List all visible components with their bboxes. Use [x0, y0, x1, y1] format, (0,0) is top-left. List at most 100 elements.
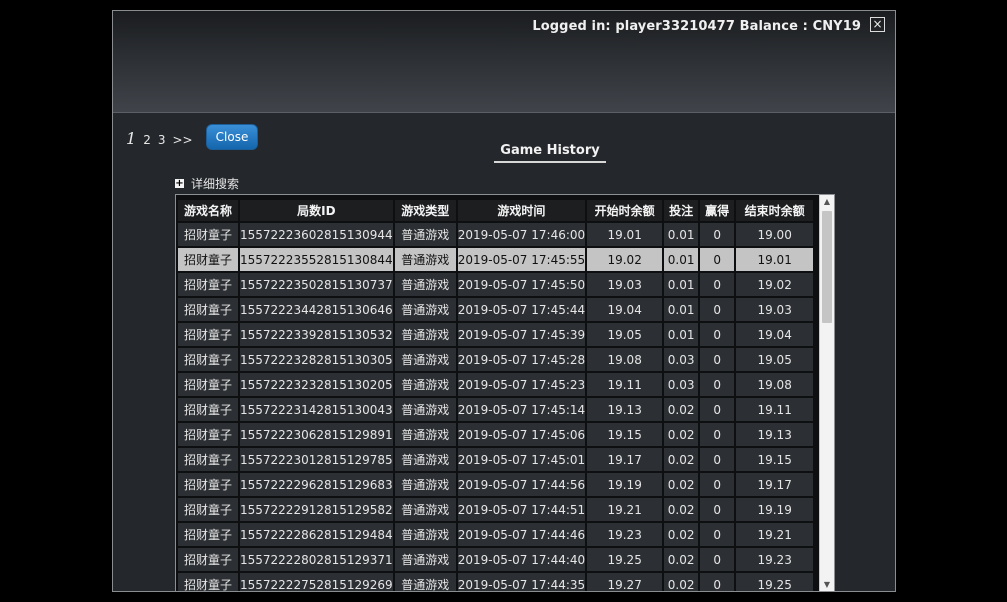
bet-cell: 0.01 [664, 223, 699, 246]
close-button[interactable]: Close [206, 124, 258, 150]
game-type-cell: 普通游戏 [394, 523, 456, 546]
plus-icon[interactable]: + [175, 179, 184, 189]
game-name-cell: 招财童子 [178, 523, 238, 546]
scroll-thumb[interactable] [822, 211, 832, 323]
column-header-win[interactable]: 赢得 [700, 200, 735, 221]
column-header-game-time[interactable]: 游戏时间 [457, 200, 586, 221]
game-type-cell: 普通游戏 [394, 273, 456, 296]
bet-cell: 0.02 [664, 398, 699, 421]
end-balance-cell: 19.19 [736, 498, 814, 521]
close-icon[interactable]: × [870, 17, 885, 32]
game-time-cell: 2019-05-07 17:44:35 [457, 573, 586, 591]
table-header-row: 游戏名称 局数ID 游戏类型 游戏时间 开始时余额 投注 赢得 结束时余额 [178, 200, 814, 221]
game-name-cell: 招财童子 [178, 248, 238, 271]
start-balance-cell: 19.02 [587, 248, 663, 271]
game-history-table-container: 游戏名称 局数ID 游戏类型 游戏时间 开始时余额 投注 赢得 结束时余额 招财… [175, 194, 835, 591]
table-body: 招财童子 15572223602815130944 普通游戏 2019-05-07 1… [178, 223, 814, 591]
table-row[interactable]: 招财童子 15572222912815129582 普通游戏 2019-05-07 1… [178, 498, 814, 521]
game-name-cell: 招财童子 [178, 223, 238, 246]
game-time-cell: 2019-05-07 17:44:46 [457, 523, 586, 546]
win-cell: 0 [700, 573, 735, 591]
game-name-cell: 招财童子 [178, 298, 238, 321]
login-info: Logged in: player33210477 Balance : CNY1… [532, 19, 861, 34]
column-header-end-balance[interactable]: 结束时余额 [736, 200, 814, 221]
table-row[interactable]: 招财童子 15572223392815130532 普通游戏 2019-05-07 1… [178, 323, 814, 346]
game-time-cell: 2019-05-07 17:45:01 [457, 448, 586, 471]
game-time-cell: 2019-05-07 17:45:50 [457, 273, 586, 296]
table-row[interactable]: 招财童子 15572222862815129484 普通游戏 2019-05-07 1… [178, 523, 814, 546]
round-id-cell: 15572223502815130737 [240, 273, 393, 296]
end-balance-cell: 19.02 [736, 273, 814, 296]
end-balance-cell: 19.15 [736, 448, 814, 471]
vertical-scrollbar[interactable]: ▲ ▼ [819, 195, 834, 591]
column-header-game-type[interactable]: 游戏类型 [394, 200, 456, 221]
game-type-cell: 普通游戏 [394, 323, 456, 346]
table-row[interactable]: 招财童子 15572223552815130844 普通游戏 2019-05-07 1… [178, 248, 814, 271]
bet-cell: 0.03 [664, 373, 699, 396]
table-row[interactable]: 招财童子 15572223012815129785 普通游戏 2019-05-07 1… [178, 448, 814, 471]
column-header-start-balance[interactable]: 开始时余额 [587, 200, 663, 221]
round-id-cell: 15572223232815130205 [240, 373, 393, 396]
round-id-cell: 15572223282815130305 [240, 348, 393, 371]
table-row[interactable]: 招财童子 15572223282815130305 普通游戏 2019-05-07 1… [178, 348, 814, 371]
next-pages-link[interactable]: >> [172, 133, 192, 147]
table-row[interactable]: 招财童子 15572223232815130205 普通游戏 2019-05-07 1… [178, 373, 814, 396]
round-id-cell: 15572222802815129371 [240, 548, 393, 571]
end-balance-cell: 19.01 [736, 248, 814, 271]
game-history-table: 游戏名称 局数ID 游戏类型 游戏时间 开始时余额 投注 赢得 结束时余额 招财… [176, 198, 815, 591]
advanced-search-label[interactable]: 详细搜索 [191, 175, 239, 192]
start-balance-cell: 19.04 [587, 298, 663, 321]
table-row[interactable]: 招财童子 15572222752815129269 普通游戏 2019-05-07 1… [178, 573, 814, 591]
scroll-down-icon[interactable]: ▼ [820, 578, 834, 591]
table-row[interactable]: 招财童子 15572223442815130646 普通游戏 2019-05-07 1… [178, 298, 814, 321]
page-title: Game History [494, 143, 606, 163]
game-time-cell: 2019-05-07 17:45:44 [457, 298, 586, 321]
game-time-cell: 2019-05-07 17:45:39 [457, 323, 586, 346]
page-2-link[interactable]: 2 [143, 133, 151, 147]
balance-label: Balance : [739, 19, 813, 34]
round-id-cell: 15572223012815129785 [240, 448, 393, 471]
table-row[interactable]: 招财童子 15572222962815129683 普通游戏 2019-05-07 1… [178, 473, 814, 496]
column-header-round-id[interactable]: 局数ID [240, 200, 393, 221]
bet-cell: 0.01 [664, 273, 699, 296]
game-time-cell: 2019-05-07 17:46:00 [457, 223, 586, 246]
table-row[interactable]: 招财童子 15572223142815130043 普通游戏 2019-05-07 1… [178, 398, 814, 421]
advanced-search-toggle[interactable]: + 详细搜索 [175, 175, 239, 192]
round-id-cell: 15572223602815130944 [240, 223, 393, 246]
win-cell: 0 [700, 348, 735, 371]
page-3-link[interactable]: 3 [158, 133, 166, 147]
end-balance-cell: 19.11 [736, 398, 814, 421]
page-1-link[interactable]: 1 [126, 129, 136, 148]
scroll-up-icon[interactable]: ▲ [820, 195, 834, 209]
start-balance-cell: 19.27 [587, 573, 663, 591]
win-cell: 0 [700, 223, 735, 246]
game-type-cell: 普通游戏 [394, 398, 456, 421]
game-type-cell: 普通游戏 [394, 548, 456, 571]
column-header-game-name[interactable]: 游戏名称 [178, 200, 238, 221]
table-row[interactable]: 招财童子 15572223062815129891 普通游戏 2019-05-07 1… [178, 423, 814, 446]
game-name-cell: 招财童子 [178, 323, 238, 346]
end-balance-cell: 19.00 [736, 223, 814, 246]
game-name-cell: 招财童子 [178, 573, 238, 591]
end-balance-cell: 19.04 [736, 323, 814, 346]
game-name-cell: 招财童子 [178, 348, 238, 371]
round-id-cell: 15572222862815129484 [240, 523, 393, 546]
game-time-cell: 2019-05-07 17:44:56 [457, 473, 586, 496]
bet-cell: 0.02 [664, 423, 699, 446]
game-time-cell: 2019-05-07 17:44:51 [457, 498, 586, 521]
game-type-cell: 普通游戏 [394, 223, 456, 246]
game-name-cell: 招财童子 [178, 448, 238, 471]
win-cell: 0 [700, 248, 735, 271]
game-history-dialog: Logged in: player33210477 Balance : CNY1… [112, 10, 896, 592]
table-row[interactable]: 招财童子 15572223602815130944 普通游戏 2019-05-07 1… [178, 223, 814, 246]
table-row[interactable]: 招财童子 15572223502815130737 普通游戏 2019-05-07 1… [178, 273, 814, 296]
start-balance-cell: 19.23 [587, 523, 663, 546]
game-time-cell: 2019-05-07 17:45:28 [457, 348, 586, 371]
column-header-bet[interactable]: 投注 [664, 200, 699, 221]
start-balance-cell: 19.13 [587, 398, 663, 421]
table-row[interactable]: 招财童子 15572222802815129371 普通游戏 2019-05-07 1… [178, 548, 814, 571]
start-balance-cell: 19.19 [587, 473, 663, 496]
win-cell: 0 [700, 373, 735, 396]
bet-cell: 0.01 [664, 298, 699, 321]
start-balance-cell: 19.11 [587, 373, 663, 396]
